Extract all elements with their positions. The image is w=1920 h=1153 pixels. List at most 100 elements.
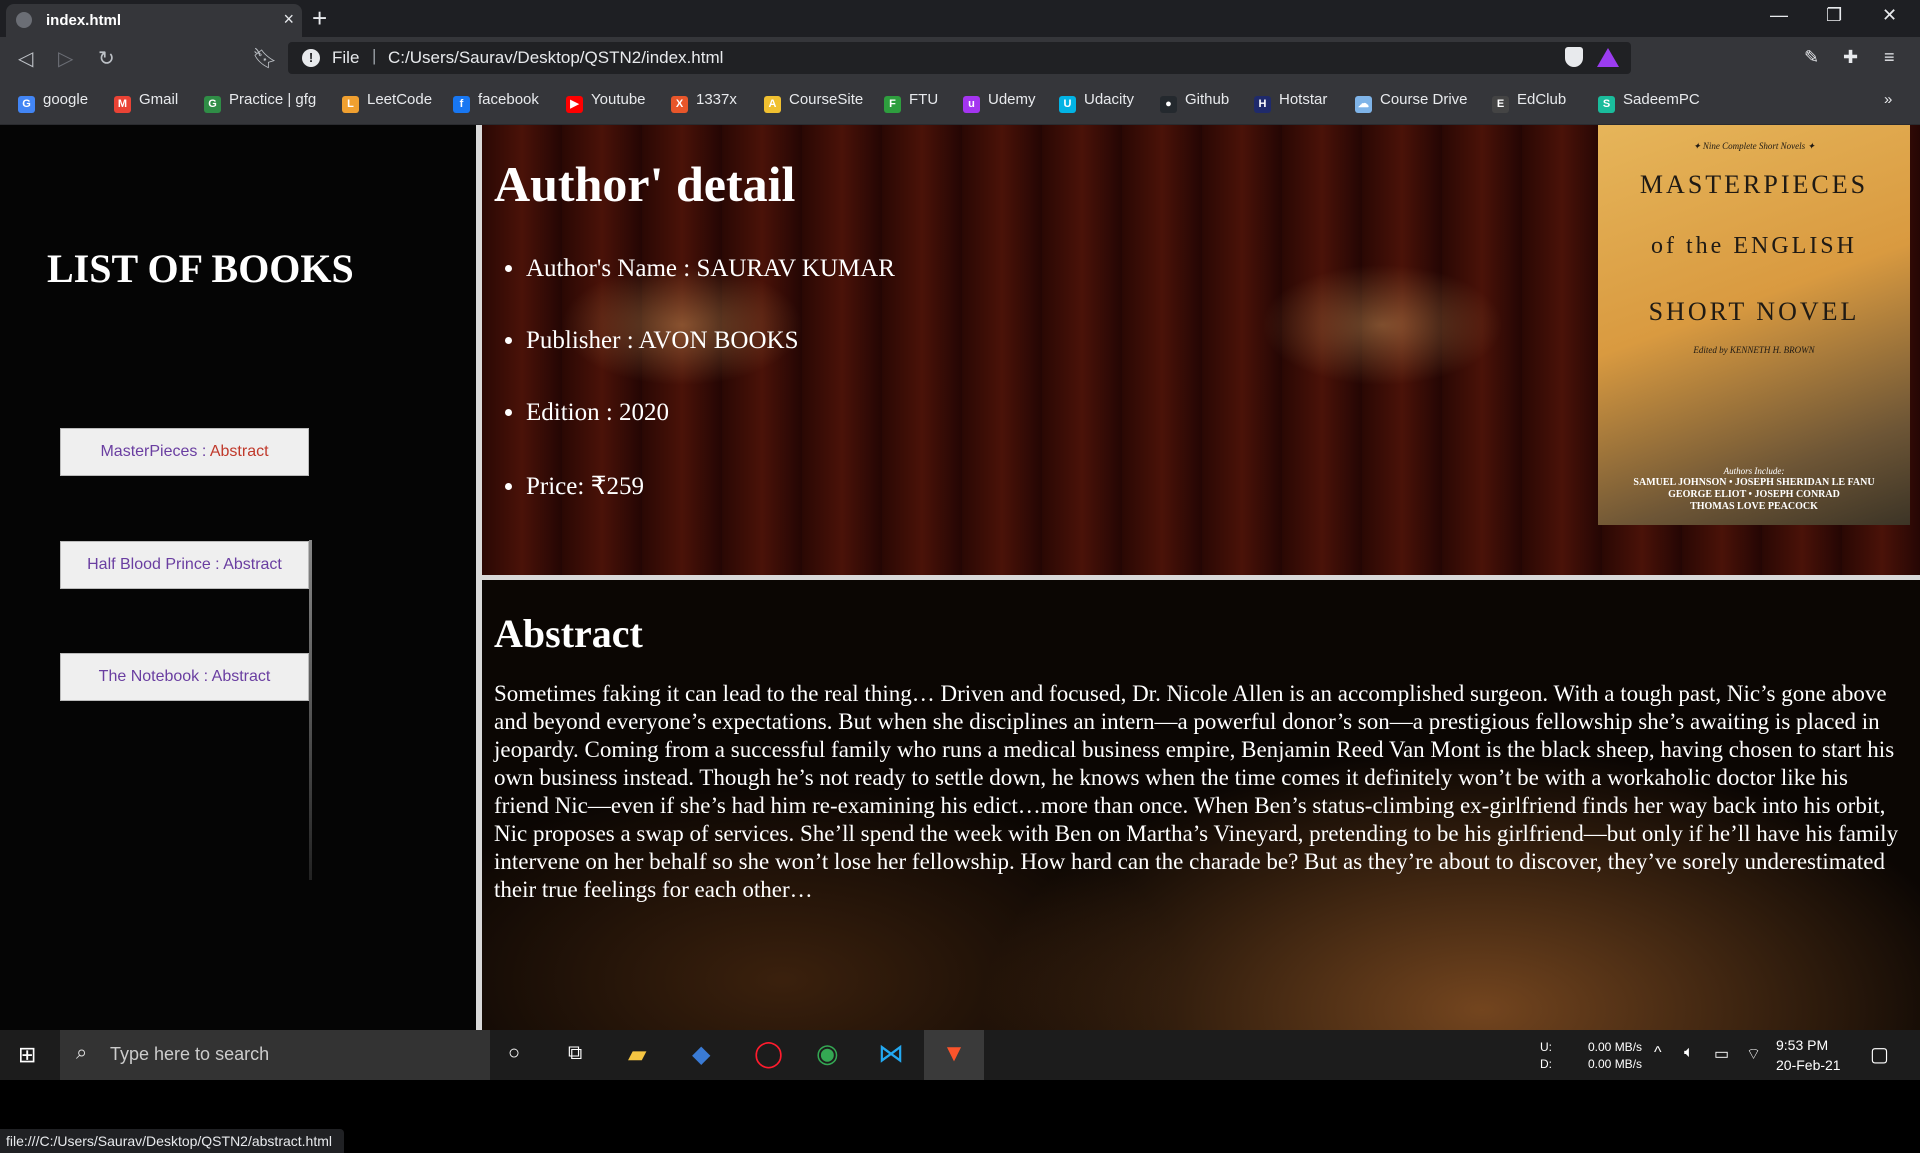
github-icon: ● [1160, 96, 1177, 113]
publisher: Publisher : AVON BOOKS [526, 327, 895, 399]
net-d-label: D: [1540, 1057, 1552, 1071]
minimize-icon[interactable]: — [1770, 5, 1788, 26]
author-detail-heading: Author' detail [494, 156, 796, 212]
bookmark-hotstar[interactable]: H Hotstar [1254, 91, 1327, 113]
bookmark-github[interactable]: ● Github [1160, 91, 1229, 113]
url-text[interactable]: C:/Users/Saurav/Desktop/QSTN2/index.html [388, 48, 723, 68]
link-status-bar: file:///C:/Users/Saurav/Desktop/QSTN2/ab… [0, 1129, 344, 1153]
back-icon[interactable]: ◁ [18, 46, 33, 71]
bookmark-facebook[interactable]: f facebook [453, 91, 539, 113]
gmail-icon: M [114, 96, 131, 113]
ftu-icon: F [884, 96, 901, 113]
leetcode-icon: L [342, 96, 359, 113]
opera-icon[interactable]: ◯ [754, 1038, 783, 1088]
clock-date[interactable]: 20-Feb-21 [1776, 1057, 1841, 1073]
more-bookmarks-icon[interactable]: » [1884, 91, 1892, 108]
search-icon: ⌕ [76, 1042, 88, 1064]
book-cover-image: ✦ Nine Complete Short Novels ✦ MASTERPIE… [1598, 125, 1910, 525]
1337x-icon: X [671, 96, 688, 113]
address-bar[interactable]: ! File | C:/Users/Saurav/Desktop/QSTN2/i… [288, 42, 1631, 74]
chevron-up-icon[interactable]: ^ [1654, 1044, 1662, 1062]
forward-icon[interactable]: ▷ [58, 46, 73, 71]
bookmark-gmail[interactable]: M Gmail [114, 91, 178, 113]
facebook-icon: f [453, 96, 470, 113]
browser-tab[interactable]: index.html × [6, 4, 302, 37]
chrome-icon[interactable]: ◉ [816, 1038, 839, 1088]
net-upload-speed: 0.00 MB/s [1588, 1040, 1643, 1054]
clock-time[interactable]: 9:53 PM [1776, 1037, 1828, 1053]
bookmark-edclub[interactable]: E EdClub [1492, 91, 1566, 113]
abstract-text: Sometimes faking it can lead to the real… [494, 681, 1899, 902]
windows-start-icon[interactable]: ⊞ [18, 1042, 36, 1092]
url-separator: | [372, 46, 377, 65]
bookmark-gfg[interactable]: G Practice | gfg [204, 91, 316, 113]
udacity-icon: U [1059, 96, 1076, 113]
tab-close-button[interactable]: × [283, 9, 294, 30]
bookmark-udemy[interactable]: u Udemy [963, 91, 1036, 113]
restore-icon[interactable]: ❐ [1826, 5, 1842, 26]
sidebar: LIST OF BOOKS MasterPieces : Abstract Ha… [0, 125, 482, 1030]
sadeempc-icon: S [1598, 96, 1615, 113]
url-scheme: File [332, 48, 360, 67]
bookmark-icon[interactable]: 🔖︎ [252, 46, 277, 71]
abstract-link[interactable]: Abstract [212, 668, 271, 685]
brave-shield-icon[interactable] [1565, 47, 1583, 67]
bookmark-google[interactable]: Ggoogle [18, 91, 88, 113]
book-button-the-notebook[interactable]: The Notebook : Abstract [60, 653, 309, 701]
info-icon[interactable]: ! [302, 49, 320, 67]
browser-toolbar: ◁ ▷ ↻ 🔖︎ ! File | C:/Users/Saurav/Deskto… [0, 37, 1920, 79]
defender-shield-icon[interactable]: ◆ [692, 1040, 710, 1090]
net-download-speed: 0.00 MB/s [1588, 1057, 1643, 1071]
book-button-half-blood-prince[interactable]: Half Blood Prince : Abstract [60, 541, 309, 589]
wifi-icon[interactable]: ⌔ [1746, 1044, 1761, 1064]
menu-icon[interactable]: ≡ [1884, 47, 1895, 68]
coursesite-icon: A [764, 96, 781, 113]
tab-bar: index.html × + — ❐ ✕ [0, 0, 1920, 37]
reload-icon[interactable]: ↻ [98, 46, 115, 71]
udemy-icon: u [963, 96, 980, 113]
volume-icon[interactable]: 🔈︎ [1684, 1044, 1694, 1062]
bookmark-1337x[interactable]: X 1337x [671, 91, 737, 113]
author-name: Author's Name : SAURAV KUMAR [526, 255, 895, 327]
bookmark-sadeempc[interactable]: S SadeemPC [1598, 91, 1700, 113]
file-explorer-icon[interactable]: ▰ [628, 1040, 646, 1090]
bookmark-ftu[interactable]: F FTU [884, 91, 938, 113]
net-u-label: U: [1540, 1040, 1552, 1054]
youtube-icon: ▶ [566, 96, 583, 113]
vscode-icon[interactable]: ⋈ [878, 1038, 904, 1088]
bookmark-leetcode[interactable]: L LeetCode [342, 91, 432, 113]
bookmark-udacity[interactable]: U Udacity [1059, 91, 1134, 113]
edition: Edition : 2020 [526, 399, 895, 471]
price: Price: ₹259 [526, 471, 895, 543]
decorative-rope [309, 540, 312, 880]
cortana-icon[interactable]: ○ [508, 1042, 520, 1092]
taskbar-search[interactable]: ⌕ Type here to search [60, 1030, 490, 1080]
extension-pen-icon[interactable]: ✎ [1804, 47, 1819, 68]
task-view-icon[interactable]: ⧉ [568, 1042, 582, 1092]
sidebar-title: LIST OF BOOKS [47, 246, 354, 291]
battery-icon[interactable]: ▭ [1714, 1044, 1729, 1064]
new-tab-button[interactable]: + [312, 3, 327, 34]
edclub-icon: E [1492, 96, 1509, 113]
author-detail-section: Author' detail Author's Name : SAURAV KU… [482, 125, 1920, 575]
abstract-heading: Abstract [494, 611, 643, 656]
page-content: LIST OF BOOKS MasterPieces : Abstract Ha… [0, 125, 1920, 1153]
brave-rewards-icon[interactable] [1597, 48, 1619, 67]
bookmark-course-drive[interactable]: ☁ Course Drive [1355, 91, 1468, 113]
window-close-icon[interactable]: ✕ [1882, 5, 1897, 26]
cloud-icon: ☁ [1355, 96, 1372, 113]
tab-title: index.html [46, 12, 122, 29]
brave-taskbar-icon[interactable]: ▼ [924, 1030, 984, 1080]
hotstar-icon: H [1254, 96, 1271, 113]
bookmark-youtube[interactable]: ▶ Youtube [566, 91, 646, 113]
bookmark-coursesite[interactable]: A CourseSite [764, 91, 863, 113]
bookmarks-bar: Ggoogle M Gmail G Practice | gfg L LeetCode… [0, 79, 1920, 125]
abstract-section: Abstract Sometimes faking it can lead to… [482, 580, 1920, 1030]
abstract-link[interactable]: Abstract [223, 556, 282, 573]
notification-icon[interactable]: ▢ [1870, 1042, 1889, 1067]
author-detail-list: Author's Name : SAURAV KUMAR Publisher :… [494, 255, 895, 543]
taskbar: ⊞ ⌕ Type here to search ○ ⧉ ▰ ◆ ◯ ◉ ⋈ ▼ … [0, 1030, 1920, 1080]
abstract-link[interactable]: Abstract [210, 443, 269, 460]
extensions-puzzle-icon[interactable]: ✚ [1843, 47, 1858, 68]
book-button-masterpieces[interactable]: MasterPieces : Abstract [60, 428, 309, 476]
